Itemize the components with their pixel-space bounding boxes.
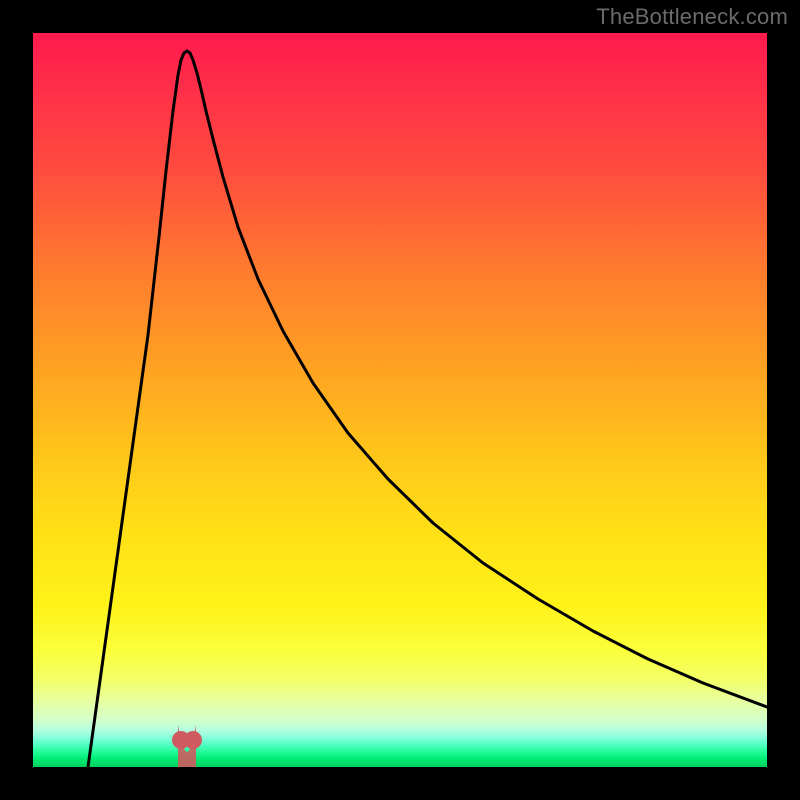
chart-frame: TheBottleneck.com [0,0,800,800]
marker-right [184,731,202,749]
watermark-text: TheBottleneck.com [596,4,788,30]
chart-svg [33,33,767,767]
plot-area [33,33,767,767]
bottleneck-curve [88,51,767,767]
